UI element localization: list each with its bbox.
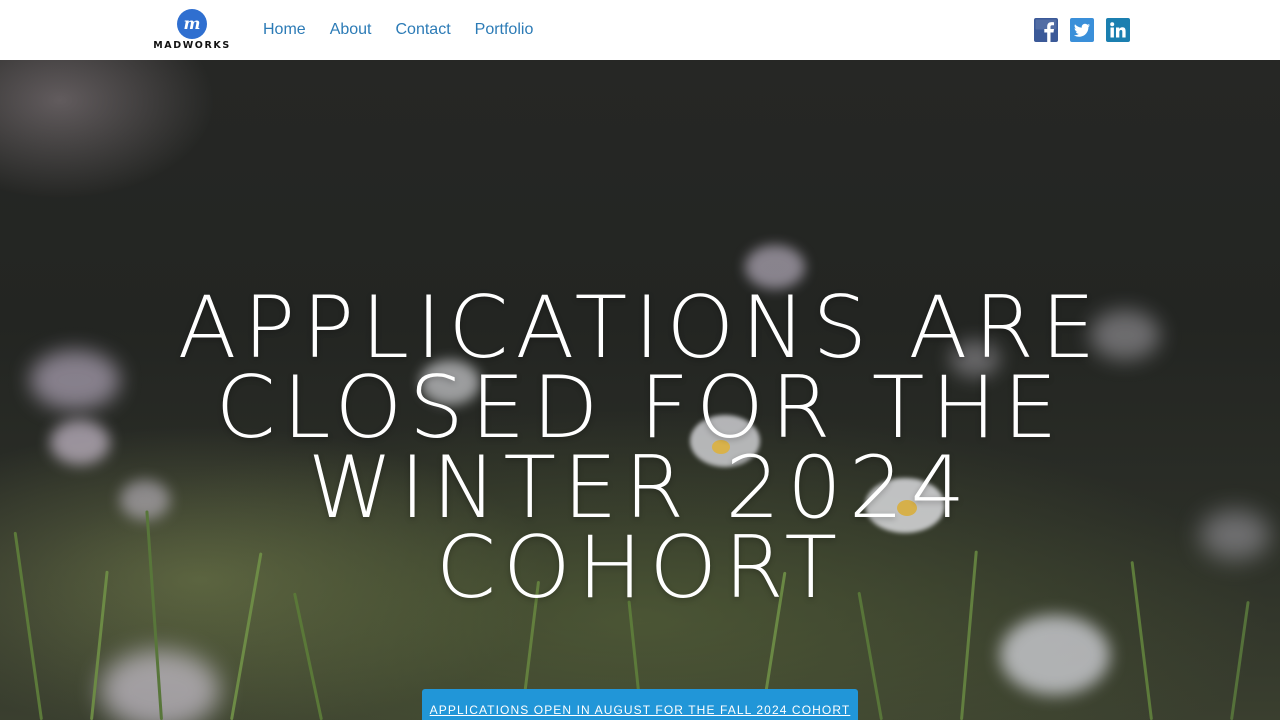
logo-mark-icon: m: [177, 9, 207, 39]
main-nav: Home About Contact Portfolio: [263, 0, 533, 60]
top-navigation-bar: m MADWORKS Home About Contact Portfolio: [0, 0, 1280, 60]
hero-headline: APPLICATIONS ARE CLOSED FOR THE WINTER 2…: [177, 278, 1103, 618]
nav-link-contact[interactable]: Contact: [396, 21, 451, 39]
facebook-icon[interactable]: [1034, 18, 1058, 42]
social-links: [1034, 18, 1130, 42]
twitter-icon[interactable]: [1070, 18, 1094, 42]
nav-link-home[interactable]: Home: [263, 21, 306, 39]
madworks-logo[interactable]: m MADWORKS: [150, 9, 234, 51]
nav-link-about[interactable]: About: [330, 21, 372, 39]
hero-banner: APPLICATIONS ARE CLOSED FOR THE WINTER 2…: [0, 60, 1280, 720]
nav-link-portfolio[interactable]: Portfolio: [475, 21, 534, 39]
logo-wordmark: MADWORKS: [153, 40, 231, 51]
linkedin-icon[interactable]: [1106, 18, 1130, 42]
applications-cta-button[interactable]: APPLICATIONS OPEN IN AUGUST FOR THE FALL…: [422, 689, 858, 720]
